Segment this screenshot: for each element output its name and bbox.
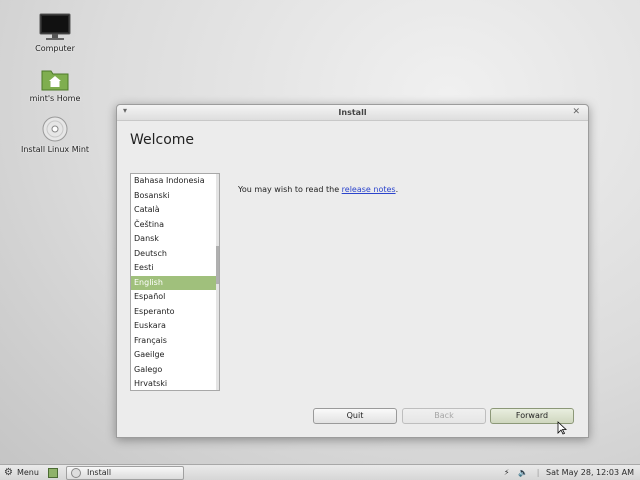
- language-item[interactable]: Gaeilge: [131, 348, 218, 363]
- quit-button[interactable]: Quit: [313, 408, 397, 424]
- scrollbar[interactable]: [216, 174, 219, 390]
- clock[interactable]: Sat May 28, 12:03 AM: [546, 466, 640, 480]
- desktop-icon-label: mint's Home: [29, 94, 81, 103]
- language-item[interactable]: Galego: [131, 363, 218, 378]
- back-button[interactable]: Back: [402, 408, 486, 424]
- language-item[interactable]: Deutsch: [131, 247, 218, 262]
- close-icon[interactable]: ✕: [572, 107, 580, 117]
- desktop-icon-label: Computer: [35, 44, 75, 53]
- taskbar: ⚙ Menu Install ⚡ 🔈 | Sat May 28, 12:03 AM: [0, 464, 640, 480]
- language-item[interactable]: Čeština: [131, 218, 218, 233]
- language-list[interactable]: Bahasa Indonesia Bosanski Català Čeština Dan…: [130, 173, 220, 391]
- language-item[interactable]: English: [131, 275, 218, 290]
- network-icon[interactable]: ⚡: [500, 466, 514, 480]
- install-window: ▾ Install ✕ Welcome Bahasa Indonesia Bosa…: [116, 104, 589, 438]
- taskbar-item-install[interactable]: Install: [66, 466, 184, 480]
- desktop-icon-computer[interactable]: Computer: [10, 12, 100, 53]
- language-item[interactable]: Bosanski: [131, 189, 218, 204]
- language-item[interactable]: Català: [131, 203, 218, 218]
- volume-icon[interactable]: 🔈: [516, 466, 530, 480]
- language-item[interactable]: Dansk: [131, 232, 218, 247]
- mouse-cursor-icon: [557, 421, 567, 435]
- system-tray: ⚡ 🔈 | Sat May 28, 12:03 AM: [500, 466, 640, 480]
- language-item[interactable]: Hrvatski: [131, 377, 218, 390]
- show-desktop-icon[interactable]: [48, 468, 58, 478]
- monitor-icon: [39, 13, 71, 40]
- page-title: Welcome: [130, 132, 195, 148]
- language-item[interactable]: Euskara: [131, 319, 218, 334]
- mint-menu-icon: ⚙: [4, 467, 13, 478]
- disc-icon: [42, 116, 68, 142]
- desktop-icon-install[interactable]: Install Linux Mint: [10, 115, 100, 154]
- language-items: Bahasa Indonesia Bosanski Català Čeština Dan…: [131, 174, 218, 390]
- language-item[interactable]: Español: [131, 290, 218, 305]
- language-item[interactable]: Bahasa Indonesia: [131, 174, 218, 189]
- window-titlebar[interactable]: ▾ Install ✕: [117, 105, 588, 121]
- notes-prefix: You may wish to read the: [238, 185, 342, 194]
- window-title: Install: [338, 108, 367, 117]
- scrollbar-thumb[interactable]: [216, 246, 219, 284]
- menu-button[interactable]: ⚙ Menu: [4, 466, 39, 480]
- release-notes-link[interactable]: release notes: [342, 185, 396, 194]
- menu-label: Menu: [16, 468, 39, 477]
- language-item[interactable]: Eesti: [131, 261, 218, 276]
- release-notes-text: You may wish to read the release notes.: [238, 185, 398, 194]
- notes-suffix: .: [395, 185, 399, 194]
- task-label: Install: [87, 468, 112, 477]
- tray-separator: |: [536, 468, 540, 477]
- desktop-icon-home[interactable]: mint's Home: [10, 66, 100, 103]
- language-item[interactable]: Français: [131, 334, 218, 349]
- installer-icon: [71, 467, 81, 478]
- desktop-icon-label: Install Linux Mint: [20, 145, 90, 154]
- home-folder-icon: [41, 70, 69, 91]
- language-item[interactable]: Esperanto: [131, 305, 218, 320]
